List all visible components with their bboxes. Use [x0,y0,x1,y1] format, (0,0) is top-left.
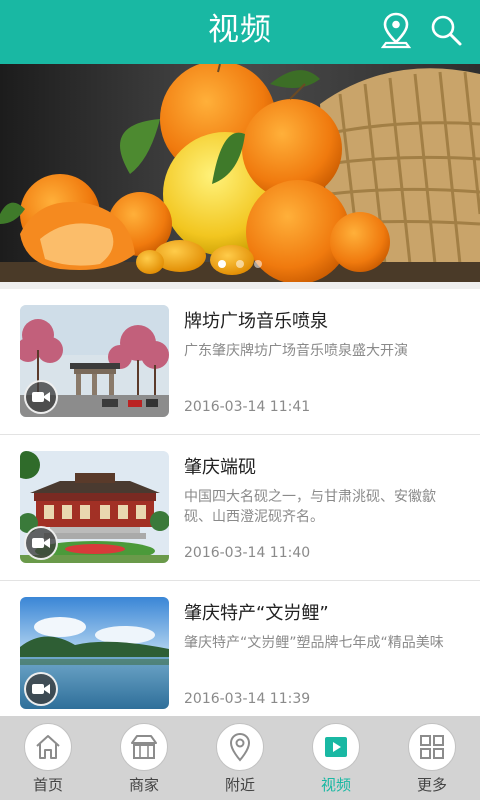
nav-label: 视频 [320,776,351,794]
grid-icon [420,735,444,759]
video-description: 中国四大名砚之一，与甘肃洮砚、安徽歙砚、山西澄泥砚齐名。 [184,489,436,525]
bottom-navigation: 首页 商家 附近 视频 更多 [0,716,480,800]
nav-label: 首页 [32,776,63,794]
video-list-item[interactable]: 肇庆端砚 中国四大名砚之一，与甘肃洮砚、安徽歙砚、山西澄泥砚齐名。 2016-0… [0,435,480,581]
video-camera-badge [24,380,58,414]
video-camera-badge [24,672,58,706]
carousel-dot[interactable] [254,260,262,268]
video-camera-badge [24,526,58,560]
nav-icon-circle [120,723,168,771]
video-date: 2016-03-14 11:40 [184,545,311,561]
carousel-dot[interactable] [218,260,226,268]
video-title: 牌坊广场音乐喷泉 [184,311,328,332]
nav-item-video[interactable]: 视频 [288,716,384,800]
video-camera-icon [32,538,50,548]
video-thumbnail[interactable] [20,451,169,563]
section-divider [0,282,480,289]
nav-item-more[interactable]: 更多 [384,716,480,800]
video-list: 牌坊广场音乐喷泉 广东肇庆牌坊广场音乐喷泉盛大开演 2016-03-14 11:… [0,289,480,727]
search-icon [431,15,462,46]
video-date: 2016-03-14 11:41 [184,399,311,415]
video-list-item[interactable]: 肇庆特产“文岃鲤” 肇庆特产“文岃鲤”塑品牌七年成“精品美味 2016-03-1… [0,581,480,727]
video-thumbnail[interactable] [20,597,169,709]
location-button[interactable] [374,8,418,52]
nav-item-store[interactable]: 商家 [96,716,192,800]
location-icon [229,732,251,762]
nav-icon-circle [408,723,456,771]
video-camera-icon [32,684,50,694]
nav-icon-circle [312,723,360,771]
store-icon [131,735,157,759]
banner-image [0,64,480,282]
video-camera-icon [32,392,50,402]
video-description: 肇庆特产“文岃鲤”塑品牌七年成“精品美味 [184,635,444,651]
home-icon [36,735,60,759]
location-pin-icon [381,12,411,49]
app-screen: 视频 牌坊广场音乐喷泉 广东肇庆牌坊广场音乐喷泉盛大开演 2016-03-14 … [0,0,480,800]
video-date: 2016-03-14 11:39 [184,691,311,707]
carousel-indicator [0,260,480,272]
nav-item-home[interactable]: 首页 [0,716,96,800]
carousel-dot[interactable] [236,260,244,268]
nav-icon-circle [24,723,72,771]
nav-label: 商家 [128,776,159,794]
video-description: 广东肇庆牌坊广场音乐喷泉盛大开演 [184,343,408,359]
nav-label: 更多 [416,776,447,794]
banner-carousel[interactable] [0,64,480,282]
app-header: 视频 [0,0,480,64]
video-thumbnail[interactable] [20,305,169,417]
video-list-item[interactable]: 牌坊广场音乐喷泉 广东肇庆牌坊广场音乐喷泉盛大开演 2016-03-14 11:… [0,289,480,435]
nav-item-nearby[interactable]: 附近 [192,716,288,800]
nav-label: 附近 [224,776,255,794]
video-title: 肇庆端砚 [184,457,256,478]
video-title: 肇庆特产“文岃鲤” [184,603,329,624]
search-button[interactable] [424,8,468,52]
nav-icon-circle [216,723,264,771]
video-play-icon [325,737,347,757]
